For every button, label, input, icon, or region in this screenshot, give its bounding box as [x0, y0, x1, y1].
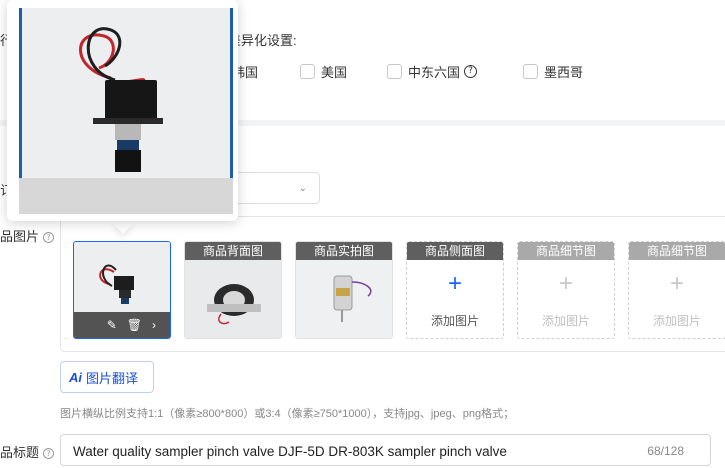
- slot-header-real: 商品实拍图: [296, 242, 392, 260]
- country-label-middle-east: 中东六国: [408, 65, 461, 80]
- product-images-label: 品图片?: [0, 226, 55, 245]
- checkbox-usa[interactable]: [300, 64, 315, 79]
- plus-icon: +: [669, 270, 684, 297]
- translate-label: 图片翻译: [86, 370, 139, 386]
- edit-icon[interactable]: ✎: [107, 318, 117, 332]
- country-option-middle-east[interactable]: 中东六国 ?: [387, 62, 478, 81]
- plus-icon: +: [447, 270, 462, 297]
- slot-detail-image-2[interactable]: 商品细节图 + 添加图片: [628, 241, 725, 339]
- country-label-usa: 美国: [321, 65, 348, 80]
- help-icon[interactable]: ?: [43, 232, 55, 243]
- country-label-mexico: 墨西哥: [544, 65, 584, 80]
- slot-detail-image-1[interactable]: 商品细节图 + 添加图片: [517, 241, 615, 339]
- slot-header-detail-1: 商品细节图: [518, 242, 614, 260]
- checkbox-middle-east[interactable]: [387, 64, 402, 79]
- question-icon[interactable]: ?: [464, 65, 478, 78]
- add-image-label: 添加图片: [541, 314, 590, 328]
- add-image-label: 添加图片: [652, 314, 701, 328]
- checkbox-mexico[interactable]: [523, 64, 538, 79]
- main-image-thumb[interactable]: ✎ 🗑 ›: [73, 241, 171, 339]
- image-format-hint: 图片横纵比例支持1:1（像素≥800*800）或3:4（像素≥750*1000）…: [60, 408, 515, 420]
- help-icon[interactable]: ?: [43, 448, 55, 459]
- product-title-input[interactable]: [73, 441, 633, 461]
- slot-back-image[interactable]: 商品背面图: [184, 241, 282, 339]
- slot-side-image[interactable]: 商品侧面图 + 添加图片: [406, 241, 504, 339]
- delete-icon[interactable]: 🗑: [127, 318, 142, 332]
- dropdown-select[interactable]: ⌄: [230, 172, 320, 204]
- chevron-down-icon: ⌄: [298, 183, 307, 194]
- add-image-label: 添加图片: [430, 314, 479, 328]
- country-option-usa[interactable]: 美国: [300, 62, 347, 81]
- image-preview-popover: [7, 0, 238, 221]
- product-title-label: 品标题?: [0, 442, 55, 461]
- slot-header-side: 商品侧面图: [407, 242, 503, 260]
- slot-header-detail-2: 商品细节图: [629, 242, 725, 260]
- valve-preview-image: [19, 8, 233, 214]
- preview-image: [19, 8, 233, 214]
- country-option-mexico[interactable]: 墨西哥: [523, 62, 583, 81]
- slot-real-shot[interactable]: 商品实拍图: [295, 241, 393, 339]
- ai-icon: Ai: [69, 369, 82, 385]
- next-icon[interactable]: ›: [152, 318, 156, 332]
- char-counter: 68/128: [647, 444, 684, 458]
- diff-setting-label: 差异化设置:: [228, 33, 297, 48]
- plus-icon: +: [558, 270, 573, 297]
- image-translate-button[interactable]: Ai 图片翻译: [60, 361, 154, 393]
- slot-header-back: 商品背面图: [185, 242, 281, 260]
- product-title-field[interactable]: 68/128: [60, 434, 711, 466]
- thumb-toolbar: ✎ 🗑 ›: [74, 312, 170, 338]
